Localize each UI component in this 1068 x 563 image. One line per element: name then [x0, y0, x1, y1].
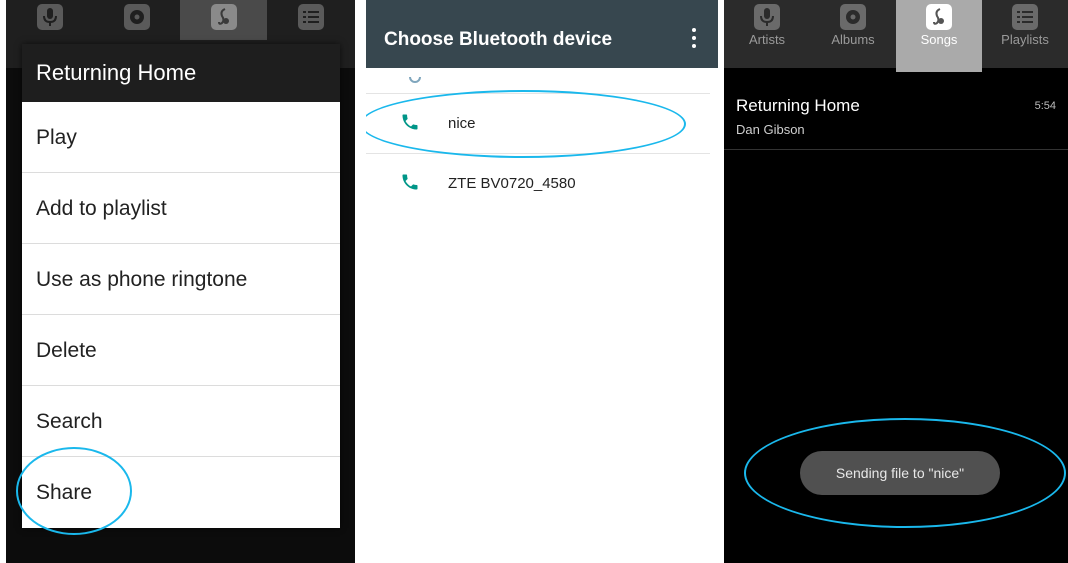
music-note-icon: [926, 4, 952, 30]
more-options-icon[interactable]: [692, 28, 696, 48]
song-row[interactable]: Returning Home Dan Gibson 5:54: [724, 72, 1068, 150]
music-note-icon: [210, 4, 237, 30]
menu-item-add-to-playlist[interactable]: Add to playlist: [22, 173, 340, 244]
tab-playlists[interactable]: [267, 0, 354, 40]
loading-spinner-icon: [409, 76, 421, 83]
tab-albums[interactable]: Albums: [810, 0, 896, 72]
tab-artists[interactable]: Artists: [724, 0, 810, 72]
list-icon: [297, 4, 324, 30]
disc-icon: [123, 4, 150, 30]
dialog-title: Returning Home: [22, 44, 340, 102]
phone-icon: [402, 174, 418, 190]
list-icon: [1012, 4, 1038, 30]
menu-item-delete[interactable]: Delete: [22, 315, 340, 386]
device-name: ZTE BV0720_4580: [448, 175, 576, 192]
toast-highlight-ellipse: [744, 418, 1066, 528]
nice-highlight-ellipse: [366, 90, 686, 158]
microphone-icon: [36, 4, 63, 30]
song-duration: 5:54: [1034, 100, 1056, 112]
tab-songs[interactable]: [180, 0, 267, 40]
tab-songs[interactable]: Songs: [896, 0, 982, 72]
tab-label: Albums: [831, 32, 875, 47]
microphone-icon: [754, 4, 780, 30]
menu-screen: Returning Home Play Add to playlist Use …: [6, 0, 355, 563]
disc-icon: [840, 4, 866, 30]
bluetooth-screen: Choose Bluetooth device nice ZTE BV0720_…: [366, 0, 718, 563]
tab-bar: Artists Albums Songs Playlists: [724, 0, 1068, 72]
share-highlight-circle: [16, 447, 132, 535]
tab-label: Songs: [920, 32, 958, 47]
bluetooth-title: Choose Bluetooth device: [384, 29, 613, 50]
tab-albums[interactable]: [93, 0, 180, 40]
tab-label: Playlists: [1001, 32, 1049, 47]
device-row-zte[interactable]: ZTE BV0720_4580: [366, 153, 710, 213]
song-title: Returning Home: [736, 96, 860, 115]
bluetooth-header: Choose Bluetooth device: [366, 0, 718, 68]
menu-item-play[interactable]: Play: [22, 102, 340, 173]
tab-playlists[interactable]: Playlists: [982, 0, 1068, 72]
menu-item-ringtone[interactable]: Use as phone ringtone: [22, 244, 340, 315]
tab-artists[interactable]: [6, 0, 93, 40]
tab-label: Artists: [748, 32, 786, 47]
songs-screen: Artists Albums Songs Playlists Returning…: [724, 0, 1068, 563]
song-artist: Dan Gibson: [736, 122, 805, 137]
